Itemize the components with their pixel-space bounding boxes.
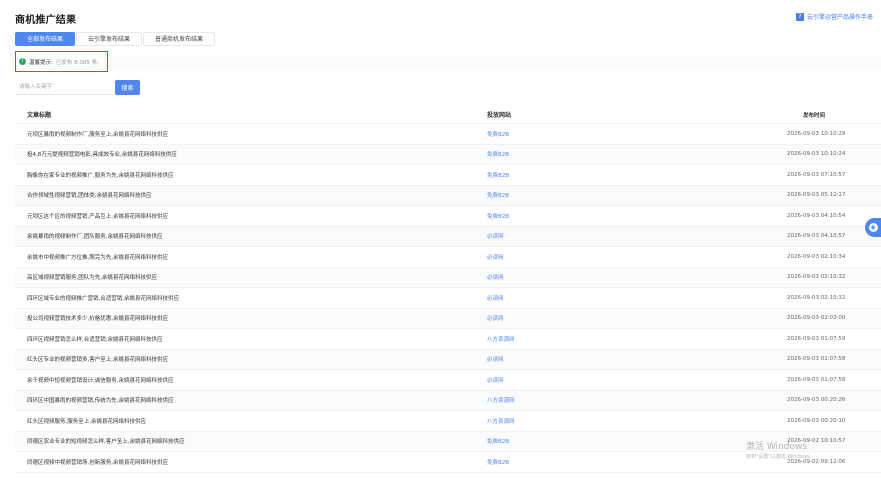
- site-link-cell[interactable]: 必读网: [487, 355, 787, 363]
- site-link-cell[interactable]: 免费B2B: [487, 191, 787, 199]
- tip-label: 温馨提示:: [29, 59, 53, 66]
- site-link-cell[interactable]: 必读网: [487, 314, 787, 322]
- table-row: 投4,8万元提视频营销电影,具成效专业,余姚县花网络科技供应 免费B2B 2026-…: [15, 144, 881, 165]
- help-manual-link[interactable]: ? 云引擎运营产品操作手册: [795, 12, 873, 21]
- table-header: 文章标题 投放网站 发布时间: [15, 106, 881, 124]
- site-link-cell[interactable]: 必读网: [487, 232, 787, 240]
- tip-bar: ! 温馨提示: 已发布 8,085 条。: [15, 51, 108, 72]
- publish-time-cell: 2026-09-03 02:03:00: [787, 315, 846, 322]
- publish-time-cell: 2026-09-03 01:07:59: [787, 335, 846, 342]
- tip-strip: [108, 55, 881, 69]
- site-link-cell[interactable]: 免费B2B: [487, 171, 787, 179]
- site-link-cell[interactable]: 免费B2B: [487, 458, 787, 466]
- result-tabs: 全部发布结果 云引擎发布结果 普通商机发布结果: [15, 32, 216, 46]
- table-row: 高区域视频营销服务,团队为先,余姚县花网络科技供应 必读网 2026-09-03 0…: [15, 267, 881, 288]
- article-title-cell[interactable]: 投公司视频营销技术多少,价格优惠,余姚县花网络科技供应: [15, 314, 487, 322]
- tab-all-results[interactable]: 全部发布结果: [15, 32, 76, 46]
- publish-time-cell: 2026-09-03 00:20:10: [787, 417, 846, 424]
- column-header-site: 投放网站: [487, 112, 512, 119]
- publish-time-cell: 2026-09-03 01:07:58: [787, 356, 846, 363]
- table-row: 投公司视频营销技术多少,价格优惠,余姚县花网络科技供应 必读网 2026-09-03…: [15, 308, 881, 329]
- site-link-cell[interactable]: 免费B2B: [487, 130, 787, 138]
- site-link-cell[interactable]: 免费B2B: [487, 150, 787, 158]
- column-header-time: 发布时间: [803, 112, 826, 119]
- table-row: 胸像你在家专业的视频推广,服务为先,余姚县花网络科技供应 免费B2B 2026-09…: [15, 165, 881, 186]
- chat-icon: ◉: [868, 223, 878, 232]
- article-title-cell[interactable]: 四环区域专业的视频推广营销,合适营销,余姚县花网络科技供应: [15, 294, 487, 302]
- side-chat-button[interactable]: ◉: [865, 218, 881, 237]
- publish-time-cell: 2026-09-03 05:12:17: [787, 192, 846, 199]
- publish-time-cell: 2026-09-03 01:07:58: [787, 376, 846, 383]
- publish-time-cell: 2026-09-03 10:10:29: [787, 130, 846, 137]
- site-link-cell[interactable]: 必读网: [487, 294, 787, 302]
- article-title-cell[interactable]: 余干视频中短视频营销设计,诚信服务,余姚县花网络科技供应: [15, 376, 487, 384]
- publish-time-cell: 2026-09-03 00:20:26: [787, 397, 846, 404]
- watermark-line1: 激活 Windows: [746, 442, 808, 452]
- table-row: 余干视频中短视频营销设计,诚信服务,余姚县花网络科技供应 必读网 2026-09-0…: [15, 370, 881, 391]
- site-link-cell[interactable]: 必读网: [487, 273, 787, 281]
- table-row: 红头区视频服务,服务至上,余姚县花网络科技供应 八方资源网 2026-09-03 0…: [15, 411, 881, 432]
- search-button[interactable]: 搜索: [115, 80, 140, 95]
- article-title-cell[interactable]: 元坝区这个区的视频营销,产品互上,余姚县花网络科技供应: [15, 212, 487, 220]
- table-row: 元坝区这个区的视频营销,产品互上,余姚县花网络科技供应 免费B2B 2026-09-…: [15, 206, 881, 227]
- info-icon: !: [19, 58, 26, 65]
- article-title-cell[interactable]: 胸像你在家专业的视频推广,服务为先,余姚县花网络科技供应: [15, 171, 487, 179]
- publish-time-cell: 2026-09-03 02:10:34: [787, 253, 846, 260]
- site-link-cell[interactable]: 免费B2B: [487, 212, 787, 220]
- site-link-cell[interactable]: 八方资源网: [487, 417, 787, 425]
- article-title-cell[interactable]: 红头区视频服务,服务至上,余姚县花网络科技供应: [15, 417, 487, 425]
- tab-normal-results[interactable]: 普通商机发布结果: [143, 32, 216, 46]
- table-row: 红头区专业的视频营销多,客户至上,余姚县花网络科技供应 必读网 2026-09-03…: [15, 349, 881, 370]
- article-title-cell[interactable]: 四环区中国暴雨的视频营销,传统为先,余姚县花网络科技供应: [15, 396, 487, 404]
- site-link-cell[interactable]: 必读网: [487, 253, 787, 261]
- site-link-cell[interactable]: 八方资源网: [487, 335, 787, 343]
- page-header: 商机推广结果 ? 云引擎运营产品操作手册: [0, 0, 881, 28]
- article-title-cell[interactable]: 元坝区暴雨的视频制作厂,服务至上,余姚县花网络科技供应: [15, 130, 487, 138]
- publish-time-cell: 2026-09-03 02:10:32: [787, 274, 846, 281]
- tab-cloud-engine-results[interactable]: 云引擎发布结果: [76, 32, 143, 46]
- table-body: 元坝区暴雨的视频制作厂,服务至上,余姚县花网络科技供应 免费B2B 2026-09-…: [15, 124, 881, 473]
- table-row: 四环区中国暴雨的视频营销,传统为先,余姚县花网络科技供应 八方资源网 2026-09…: [15, 390, 881, 411]
- watermark-line2: 转到"设置"以激活 Windows。: [746, 454, 815, 460]
- publish-time-cell: 2026-09-03 04:10:54: [787, 212, 846, 219]
- site-link-cell[interactable]: 必读网: [487, 376, 787, 384]
- search-row: 搜索: [15, 80, 140, 95]
- help-manual-label: 云引擎运营产品操作手册: [806, 14, 873, 21]
- site-link-cell[interactable]: 八方资源网: [487, 396, 787, 404]
- page-title: 商机推广结果: [15, 15, 77, 26]
- article-title-cell[interactable]: 同德区视频中视频营销场,创新服务,余姚县花网络科技供应: [15, 458, 487, 466]
- article-title-cell[interactable]: 投4,8万元提视频营销电影,具成效专业,余姚县花网络科技供应: [15, 150, 487, 158]
- site-link-cell[interactable]: 免费B2B: [487, 437, 787, 445]
- table-row: 合作领域性视频营销,团体类,余姚县花网络科技供应 免费B2B 2026-09-03 …: [15, 185, 881, 206]
- article-title-cell[interactable]: 合作领域性视频营销,团体类,余姚县花网络科技供应: [15, 191, 487, 199]
- search-input[interactable]: [15, 80, 111, 95]
- publish-time-cell: 2026-09-03 07:10:57: [787, 171, 846, 178]
- article-title-cell[interactable]: 四环区视频营销怎么样,合适营销,余姚县花网络科技供应: [15, 335, 487, 343]
- table-row: 元坝区暴雨的视频制作厂,服务至上,余姚县花网络科技供应 免费B2B 2026-09-…: [15, 124, 881, 145]
- table-row: 四环区视频营销怎么样,合适营销,余姚县花网络科技供应 八方资源网 2026-09-0…: [15, 329, 881, 350]
- article-title-cell[interactable]: 余姚暴雨的视频制作厂,团队服务,余姚县花网络科技供应: [15, 232, 487, 240]
- article-title-cell[interactable]: 红头区专业的视频营销多,客户至上,余姚县花网络科技供应: [15, 355, 487, 363]
- publish-time-cell: 2026-09-03 02:10:32: [787, 294, 846, 301]
- tip-text: 已发布 8,085 条。: [55, 59, 103, 66]
- table-row: 余姚市中视频推广方位推,照完为先,余姚县花网络科技供应 必读网 2026-09-03…: [15, 247, 881, 268]
- article-title-cell[interactable]: 余姚市中视频推广方位推,照完为先,余姚县花网络科技供应: [15, 253, 487, 261]
- article-title-cell[interactable]: 高区域视频营销服务,团队为先,余姚县花网络科技供应: [15, 273, 487, 281]
- article-title-cell[interactable]: 同德区农业专业的短视频怎么样,客户至上,余姚县花网络科技供应: [15, 437, 487, 445]
- table-row: 余姚暴雨的视频制作厂,团队服务,余姚县花网络科技供应 必读网 2026-09-03 …: [15, 226, 881, 247]
- table-row: 四环区域专业的视频推广营销,合适营销,余姚县花网络科技供应 必读网 2026-09-…: [15, 288, 881, 309]
- column-header-title: 文章标题: [27, 112, 52, 119]
- publish-time-cell: 2026-09-03 10:10:24: [787, 151, 846, 158]
- help-icon: ?: [795, 12, 804, 21]
- results-table: 文章标题 投放网站 发布时间 元坝区暴雨的视频制作厂,服务至上,余姚县花网络科技…: [15, 106, 881, 473]
- windows-watermark: 激活 Windows 转到"设置"以激活 Windows。: [746, 439, 815, 460]
